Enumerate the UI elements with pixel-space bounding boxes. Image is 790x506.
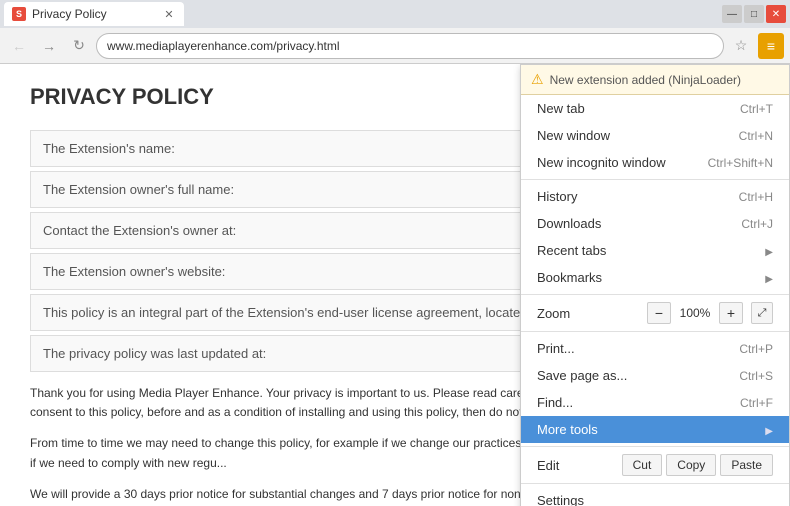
fullscreen-button[interactable]: ⤢ [751,302,773,324]
maximize-button[interactable]: □ [744,5,764,23]
window-controls: — □ ✕ [722,5,786,23]
arrow-recent-tabs [765,243,773,258]
menu-shortcut-find: Ctrl+F [740,396,773,410]
tab-favicon: S [12,7,26,21]
separator-5 [521,483,789,484]
menu-item-print[interactable]: Print... Ctrl+P [521,335,789,362]
menu-label-more-tools: More tools [537,422,598,437]
title-bar: S Privacy Policy ✕ — □ ✕ [0,0,790,28]
zoom-in-button[interactable]: + [719,302,743,324]
separator-1 [521,179,789,180]
edit-label: Edit [537,458,622,473]
notification-text: New extension added (NinjaLoader) [550,73,741,87]
close-button[interactable]: ✕ [766,5,786,23]
menu-shortcut-new-window: Ctrl+N [739,129,773,143]
menu-shortcut-downloads: Ctrl+J [741,217,773,231]
menu-shortcut-save-page: Ctrl+S [739,369,773,383]
refresh-button[interactable]: ↻ [66,33,92,59]
chrome-dropdown-menu: ⚠ New extension added (NinjaLoader) New … [520,64,790,506]
menu-item-find[interactable]: Find... Ctrl+F [521,389,789,416]
menu-shortcut-history: Ctrl+H [739,190,773,204]
back-button[interactable]: ← [6,33,32,59]
zoom-out-button[interactable]: − [647,302,671,324]
nav-bar: ← → ↻ www.mediaplayerenhance.com/privacy… [0,28,790,64]
menu-label-history: History [537,189,577,204]
copy-button[interactable]: Copy [666,454,716,476]
browser-tab[interactable]: S Privacy Policy ✕ [4,2,184,26]
menu-item-settings[interactable]: Settings [521,487,789,506]
separator-4 [521,446,789,447]
address-bar[interactable]: www.mediaplayerenhance.com/privacy.html [96,33,724,59]
menu-item-downloads[interactable]: Downloads Ctrl+J [521,210,789,237]
menu-item-new-incognito[interactable]: New incognito window Ctrl+Shift+N [521,149,789,176]
edit-buttons: Cut Copy Paste [622,454,773,476]
arrow-more-tools [765,422,773,437]
menu-shortcut-new-incognito: Ctrl+Shift+N [708,156,773,170]
forward-button[interactable]: → [36,33,62,59]
menu-label-bookmarks: Bookmarks [537,270,602,285]
zoom-controls: − 100% + ⤢ [647,302,773,324]
menu-item-more-tools[interactable]: More tools [521,416,789,443]
separator-2 [521,294,789,295]
cut-button[interactable]: Cut [622,454,663,476]
zoom-row: Zoom − 100% + ⤢ [521,298,789,328]
bookmark-star-icon[interactable]: ☆ [728,33,754,59]
browser-frame: S Privacy Policy ✕ — □ ✕ ← → ↻ www.media… [0,0,790,506]
menu-label-new-window: New window [537,128,610,143]
menu-shortcut-new-tab: Ctrl+T [740,102,773,116]
minimize-button[interactable]: — [722,5,742,23]
menu-label-new-incognito: New incognito window [537,155,666,170]
menu-label-print: Print... [537,341,575,356]
notification-bar: ⚠ New extension added (NinjaLoader) [521,65,789,95]
url-text: www.mediaplayerenhance.com/privacy.html [107,39,340,53]
menu-item-new-tab[interactable]: New tab Ctrl+T [521,95,789,122]
paste-button[interactable]: Paste [720,454,773,476]
menu-item-save-page[interactable]: Save page as... Ctrl+S [521,362,789,389]
menu-label-find: Find... [537,395,573,410]
menu-label-save-page: Save page as... [537,368,627,383]
menu-shortcut-print: Ctrl+P [739,342,773,356]
chrome-menu-button[interactable]: ≡ [758,33,784,59]
zoom-percent: 100% [675,306,715,320]
menu-label-recent-tabs: Recent tabs [537,243,606,258]
menu-item-new-window[interactable]: New window Ctrl+N [521,122,789,149]
tab-close-button[interactable]: ✕ [162,7,176,21]
edit-row: Edit Cut Copy Paste [521,450,789,480]
menu-item-history[interactable]: History Ctrl+H [521,183,789,210]
separator-3 [521,331,789,332]
zoom-label: Zoom [537,306,647,321]
menu-label-downloads: Downloads [537,216,601,231]
tab-label: Privacy Policy [32,7,107,21]
menu-label-settings: Settings [537,493,584,506]
arrow-bookmarks [765,270,773,285]
notification-icon: ⚠ [531,71,544,88]
menu-label-new-tab: New tab [537,101,585,116]
page-content: PRIVACY POLICY The Extension's name: The… [0,64,790,506]
menu-item-recent-tabs[interactable]: Recent tabs [521,237,789,264]
menu-item-bookmarks[interactable]: Bookmarks [521,264,789,291]
